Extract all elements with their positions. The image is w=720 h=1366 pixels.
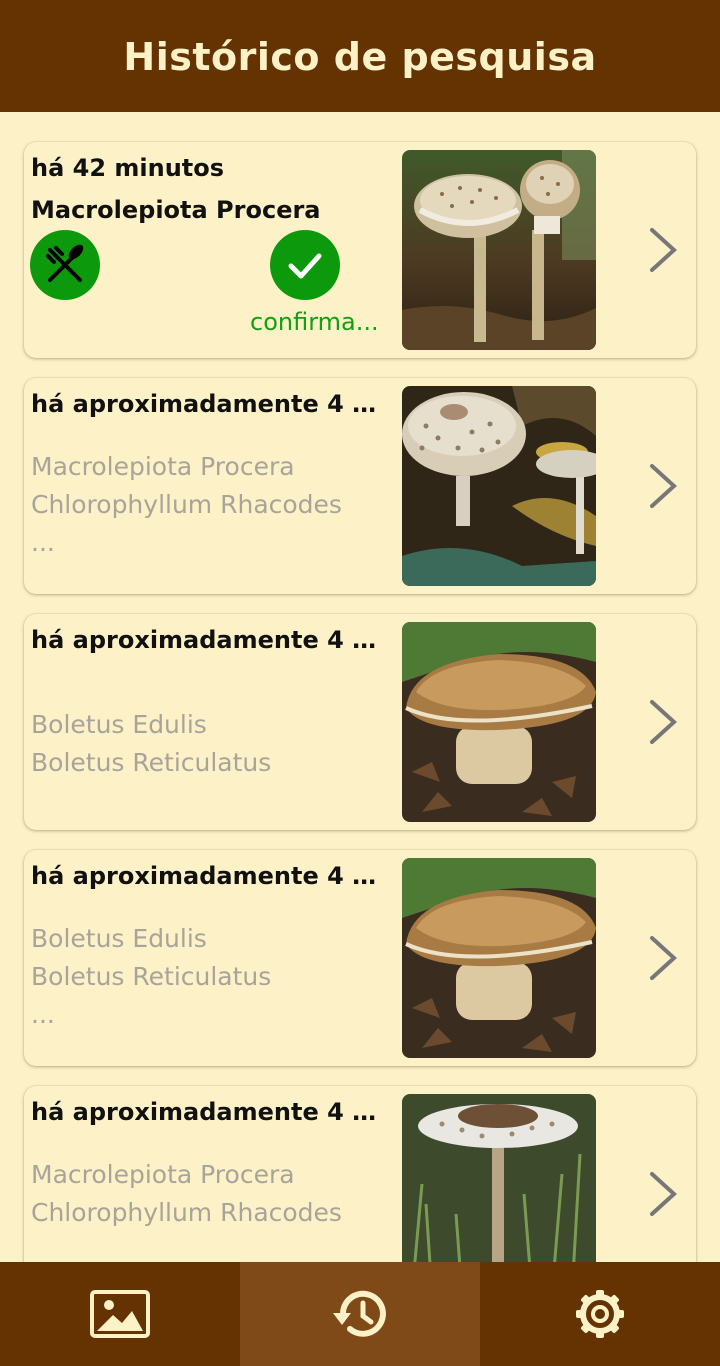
history-item[interactable]: há aproximadamente 4 h... Boletus Edulis…: [24, 850, 696, 1066]
chevron-right-icon[interactable]: [644, 1170, 684, 1218]
more-candidates: ...: [31, 528, 55, 557]
fork-knife-icon: [30, 230, 100, 300]
history-icon: [333, 1290, 386, 1337]
app-bar: Histórico de pesquisa: [0, 0, 720, 112]
check-icon: [270, 230, 340, 300]
chevron-right-icon[interactable]: [644, 462, 684, 510]
candidate-species: Chlorophyllum Rhacodes: [31, 1198, 342, 1227]
history-item-time: há aproximadamente 4 h...: [31, 1098, 381, 1126]
chevron-right-icon[interactable]: [644, 226, 684, 274]
confirmed-status: confirma...: [250, 308, 379, 336]
candidate-species: Boletus Edulis: [31, 710, 207, 739]
nav-history-tab[interactable]: [240, 1262, 480, 1366]
mushroom-thumbnail: [402, 386, 596, 586]
history-item-time: há 42 minutos: [31, 154, 225, 182]
history-item[interactable]: há aproximadamente 4 h... Macrolepiota P…: [24, 1086, 696, 1262]
nav-gallery-tab[interactable]: [0, 1262, 240, 1366]
mushroom-thumbnail: [402, 150, 596, 350]
candidate-species: Macrolepiota Procera: [31, 1160, 295, 1189]
history-item-time: há aproximadamente 4 h...: [31, 626, 381, 654]
history-list[interactable]: há 42 minutos Macrolepiota Procera confi…: [0, 112, 720, 1262]
history-item[interactable]: há aproximadamente 4 h... Macrolepiota P…: [24, 378, 696, 594]
mushroom-thumbnail: [402, 1094, 596, 1262]
chevron-right-icon[interactable]: [644, 698, 684, 746]
mushroom-thumbnail: [402, 858, 596, 1058]
history-item-species: Macrolepiota Procera: [31, 196, 321, 224]
candidate-species: Boletus Reticulatus: [31, 962, 272, 991]
nav-settings-tab[interactable]: [480, 1262, 720, 1366]
history-item[interactable]: há 42 minutos Macrolepiota Procera confi…: [24, 142, 696, 358]
image-icon: [90, 1290, 150, 1338]
history-item-time: há aproximadamente 4 h...: [31, 390, 381, 418]
candidate-species: Boletus Edulis: [31, 924, 207, 953]
gear-icon: [576, 1290, 624, 1338]
candidate-species: Boletus Reticulatus: [31, 748, 272, 777]
history-item[interactable]: há aproximadamente 4 h... Boletus Edulis…: [24, 614, 696, 830]
chevron-right-icon[interactable]: [644, 934, 684, 982]
history-item-time: há aproximadamente 4 h...: [31, 862, 381, 890]
candidate-species: Macrolepiota Procera: [31, 452, 295, 481]
more-candidates: ...: [31, 1000, 55, 1029]
candidate-species: Chlorophyllum Rhacodes: [31, 490, 342, 519]
mushroom-thumbnail: [402, 622, 596, 822]
bottom-nav: [0, 1262, 720, 1366]
page-title: Histórico de pesquisa: [123, 35, 597, 79]
